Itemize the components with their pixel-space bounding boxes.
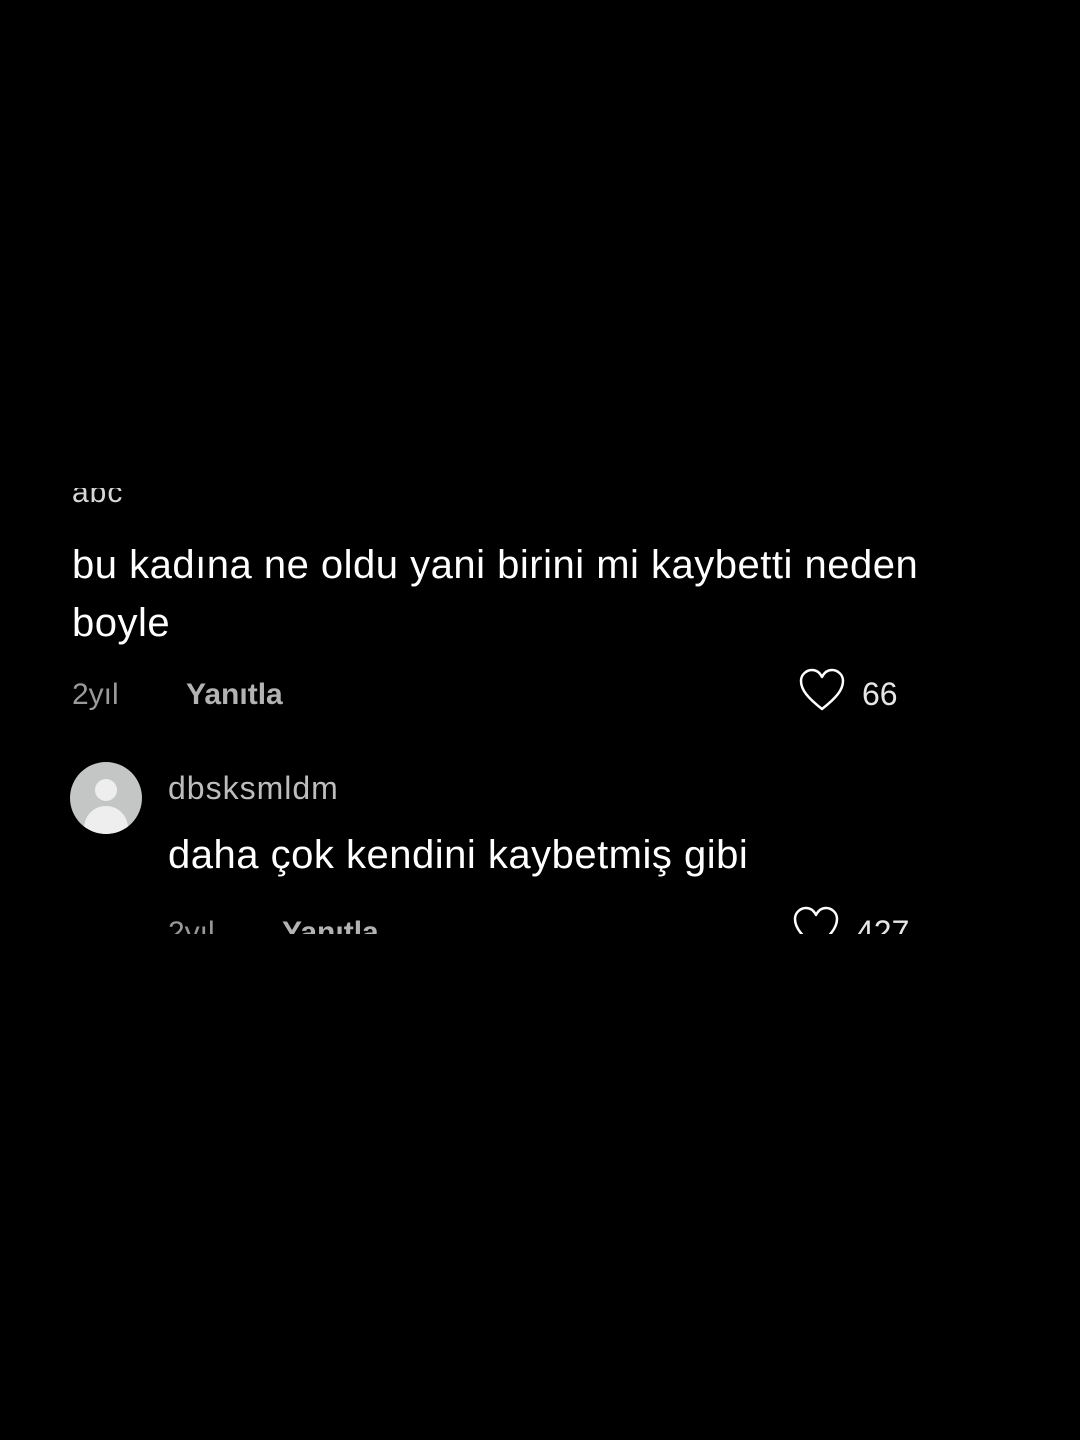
screen: abc bu kadına ne oldu yani birini mi kay… [0,0,1080,1440]
comment-text: daha çok kendini kaybetmiş gibi [168,833,749,877]
like-count: 66 [862,676,898,712]
reply-button[interactable]: Yanıtla [282,916,379,934]
heart-icon[interactable] [792,906,840,934]
avatar[interactable] [70,762,142,834]
comment-text: bu kadına ne oldu yani birini mi kaybett… [72,543,919,645]
comments-list: abc bu kadına ne oldu yani birini mi kay… [0,488,1080,934]
comment-username[interactable]: abc [72,488,123,510]
comment-username[interactable]: dbsksmldm [168,770,339,807]
like-count: 427 [856,914,910,934]
heart-icon[interactable] [798,668,846,712]
default-avatar-icon [95,779,117,801]
comment-time: 2yıl [168,916,215,934]
comment-time: 2yıl [72,678,119,711]
reply-button[interactable]: Yanıtla [186,678,283,712]
comment-meta: 2yıl Yanıtla 66 [72,668,912,722]
comment-meta: 2yıl Yanıtla 427 [168,906,928,934]
avatar-body [84,806,128,834]
